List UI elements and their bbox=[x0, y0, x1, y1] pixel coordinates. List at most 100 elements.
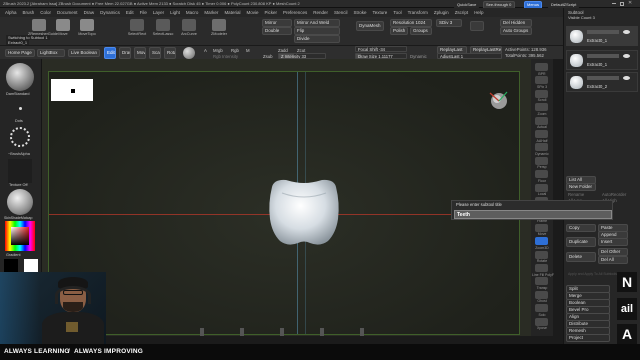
rotate-button[interactable]: Rotate bbox=[164, 47, 176, 59]
duplicate-button[interactable]: Duplicate bbox=[566, 237, 596, 247]
bottom-tool-4[interactable] bbox=[320, 328, 324, 336]
view-control-button[interactable] bbox=[535, 76, 548, 85]
shelf-tool[interactable]: ZRemesherGuide bbox=[28, 19, 58, 43]
view-control-button[interactable] bbox=[535, 130, 548, 138]
subtool-controls[interactable] bbox=[587, 54, 619, 58]
auto-reorder-button[interactable]: AutoReorder bbox=[602, 192, 626, 197]
view-control-button[interactable] bbox=[535, 250, 548, 259]
polish-button[interactable]: Polish bbox=[390, 27, 408, 35]
viewport[interactable] bbox=[42, 59, 531, 336]
menu-item[interactable]: Alpha bbox=[5, 10, 17, 15]
view-control-button[interactable] bbox=[535, 277, 548, 286]
resolution-slider[interactable]: Resolution 1024 bbox=[390, 19, 432, 27]
del-hidden-button[interactable]: Del Hidden bbox=[500, 19, 532, 27]
menu-item[interactable]: Texture bbox=[373, 10, 388, 15]
menu-item[interactable]: Movie bbox=[246, 10, 258, 15]
shelf-tool[interactable]: ArcCurve bbox=[178, 19, 200, 43]
divide-small-button[interactable] bbox=[470, 21, 484, 31]
menu-item[interactable]: Brush bbox=[23, 10, 35, 15]
dynamesh-button[interactable]: DynaMesh bbox=[356, 21, 384, 31]
draw-button[interactable]: Draw bbox=[119, 47, 131, 59]
view-control-button[interactable] bbox=[535, 264, 548, 272]
del-other-button[interactable]: Del Other bbox=[598, 248, 628, 256]
bottom-tool-5[interactable] bbox=[360, 328, 364, 336]
view-control-button[interactable] bbox=[535, 304, 548, 313]
shelf-tool[interactable]: ZModeler bbox=[208, 19, 230, 43]
shelf-tool[interactable]: SelectRect bbox=[126, 19, 148, 43]
menu-item[interactable]: Document bbox=[57, 10, 78, 15]
menu-item[interactable]: Layer bbox=[153, 10, 164, 15]
bottom-tool-3[interactable] bbox=[280, 328, 284, 336]
window-controls[interactable]: ✕ bbox=[612, 1, 636, 6]
project-button[interactable]: Project bbox=[566, 334, 610, 342]
focal-shift-slider[interactable]: Focal Shift -34 bbox=[355, 46, 407, 52]
menu-item[interactable]: Preferences bbox=[283, 10, 307, 15]
close-icon[interactable]: ✕ bbox=[628, 1, 632, 6]
menu-item[interactable]: Draw bbox=[84, 10, 95, 15]
new-folder-button[interactable]: New Folder bbox=[566, 183, 596, 191]
view-control-button[interactable] bbox=[535, 116, 548, 125]
view-control-button[interactable] bbox=[535, 156, 548, 165]
view-control-button[interactable] bbox=[535, 170, 548, 179]
menu-item[interactable]: File bbox=[140, 10, 147, 15]
view-control-button[interactable] bbox=[535, 89, 548, 98]
insert-button[interactable]: Insert bbox=[598, 238, 628, 246]
menu-item[interactable]: Stroke bbox=[354, 10, 367, 15]
menu-item[interactable]: Transform bbox=[408, 10, 428, 15]
copy-button[interactable]: Copy bbox=[566, 224, 596, 232]
menu-item[interactable]: Dynamics bbox=[100, 10, 120, 15]
mirror-button[interactable]: Mirror bbox=[262, 19, 292, 27]
visibility-eye-icon[interactable] bbox=[623, 30, 630, 34]
edit-button[interactable]: Edit bbox=[104, 47, 116, 59]
view-control-button[interactable] bbox=[535, 237, 548, 246]
shelf-tool[interactable]: MoveTopo bbox=[76, 19, 98, 43]
color-picker[interactable] bbox=[5, 221, 35, 251]
view-control-button[interactable] bbox=[535, 63, 548, 71]
view-control-button[interactable] bbox=[535, 103, 548, 112]
bottom-tool-1[interactable] bbox=[200, 328, 204, 336]
bottom-tool-2[interactable] bbox=[240, 328, 244, 336]
del-all-button[interactable]: Del All bbox=[598, 256, 628, 264]
scale-button[interactable]: Scale bbox=[149, 47, 161, 59]
material-thumbnail[interactable] bbox=[7, 189, 33, 215]
menu-item[interactable]: Zscript bbox=[455, 10, 469, 15]
stroke-thumbnail[interactable] bbox=[8, 99, 32, 119]
subtool-row[interactable]: Extract0_1 bbox=[566, 50, 638, 70]
subtool-controls[interactable] bbox=[587, 76, 619, 80]
tooth-mesh[interactable] bbox=[264, 177, 344, 249]
dialog-input[interactable]: Teeth bbox=[454, 210, 612, 219]
alpha-thumbnail[interactable] bbox=[8, 125, 32, 149]
menu-item[interactable]: Stencil bbox=[334, 10, 348, 15]
subtool-row[interactable]: Extract0_1 bbox=[566, 26, 638, 46]
double-button[interactable]: Double bbox=[262, 27, 292, 35]
view-control-button[interactable] bbox=[535, 290, 548, 299]
orientation-cube[interactable] bbox=[486, 87, 512, 113]
m-button[interactable]: M bbox=[246, 48, 250, 53]
menu-item[interactable]: Picker bbox=[264, 10, 277, 15]
mirror-and-weld-button[interactable]: Mirror And Weld bbox=[294, 19, 340, 27]
view-control-button[interactable] bbox=[535, 183, 548, 192]
rgb-button[interactable]: Rgb bbox=[231, 48, 239, 53]
menu-item[interactable]: Material bbox=[224, 10, 240, 15]
visibility-eye-icon[interactable] bbox=[623, 76, 630, 80]
minimize-icon[interactable] bbox=[612, 3, 616, 4]
menu-item[interactable]: Color bbox=[40, 10, 51, 15]
home-page-button[interactable]: Home Page bbox=[5, 49, 35, 57]
sdiv-slider[interactable]: SDiv 3 bbox=[436, 19, 462, 27]
navigator-thumbnail[interactable] bbox=[51, 79, 93, 101]
rename-button[interactable]: Rename bbox=[568, 192, 584, 197]
delete-button[interactable]: Delete bbox=[566, 252, 596, 262]
move-button[interactable]: Move bbox=[134, 47, 146, 59]
a-toggle[interactable]: A bbox=[204, 48, 207, 53]
texture-thumbnail[interactable] bbox=[8, 159, 32, 183]
live-boolean-button[interactable]: Live Boolean bbox=[68, 49, 100, 57]
subtool-controls[interactable] bbox=[587, 30, 619, 34]
mrgb-button[interactable]: Mrgb bbox=[213, 48, 223, 53]
maximize-icon[interactable] bbox=[620, 2, 624, 6]
subtool-row[interactable]: Extract0_2 bbox=[566, 72, 638, 92]
view-control-button[interactable] bbox=[535, 223, 548, 232]
lightbox-button[interactable]: LightBox bbox=[37, 49, 65, 57]
menu-item[interactable]: Marker bbox=[204, 10, 218, 15]
divide-button[interactable]: Divide bbox=[294, 35, 340, 43]
view-control-button[interactable] bbox=[535, 143, 548, 152]
